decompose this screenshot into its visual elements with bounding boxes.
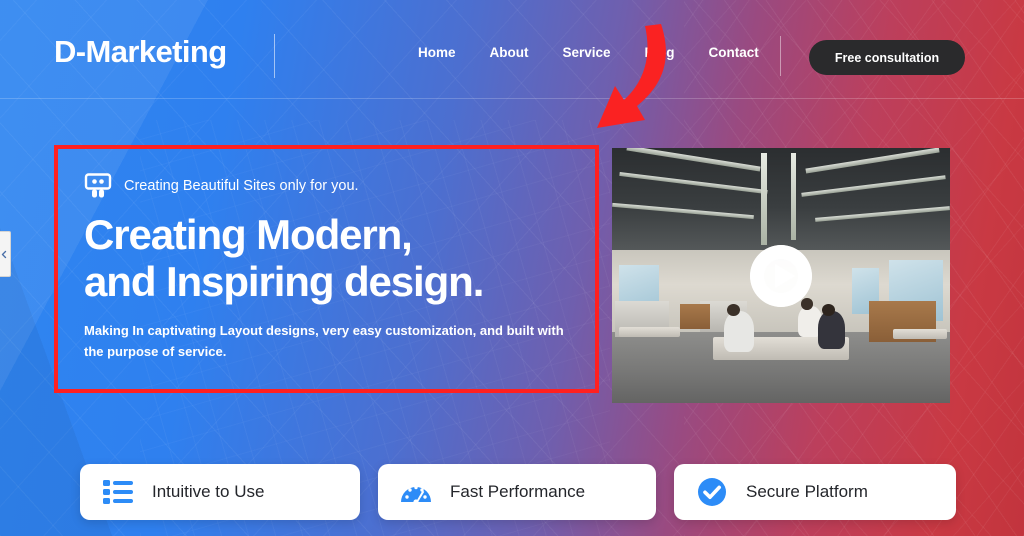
slider-prev-button[interactable] bbox=[0, 231, 11, 277]
feature-card-secure[interactable]: Secure Platform bbox=[674, 464, 956, 520]
hero-subtitle: Making In captivating Layout designs, ve… bbox=[84, 322, 564, 360]
list-icon bbox=[102, 477, 134, 507]
hero-title-line-2: and Inspiring design. bbox=[84, 258, 484, 306]
feature-card-label: Intuitive to Use bbox=[152, 482, 265, 501]
nav-item-about[interactable]: About bbox=[490, 45, 529, 60]
chevron-left-icon bbox=[1, 250, 7, 259]
feature-card-performance[interactable]: Fast Performance bbox=[378, 464, 656, 520]
nav-divider bbox=[780, 36, 781, 76]
nav-item-blog[interactable]: Blog bbox=[645, 45, 675, 60]
feature-cards: Intuitive to Use Fast Performance Secure… bbox=[80, 464, 956, 520]
hero-tagline-row: Creating Beautiful Sites only for you. bbox=[84, 173, 571, 199]
feature-card-intuitive[interactable]: Intuitive to Use bbox=[80, 464, 360, 520]
nav-item-contact[interactable]: Contact bbox=[709, 45, 759, 60]
site-header: D-Marketing Home About Service Blog Cont… bbox=[0, 0, 1024, 98]
hero-tagline: Creating Beautiful Sites only for you. bbox=[124, 178, 359, 194]
logo-divider bbox=[274, 34, 275, 78]
header-bottom-divider bbox=[0, 98, 1024, 99]
main-navigation: Home About Service Blog Contact bbox=[418, 45, 759, 60]
nav-item-home[interactable]: Home bbox=[418, 45, 456, 60]
feature-card-label: Fast Performance bbox=[450, 482, 586, 501]
feature-card-label: Secure Platform bbox=[746, 482, 868, 501]
hero-title: Creating Modern, and Inspiring design. bbox=[84, 211, 571, 306]
hero-text-highlight: Creating Beautiful Sites only for you. C… bbox=[54, 145, 599, 393]
hero-content: Creating Beautiful Sites only for you. C… bbox=[58, 149, 595, 389]
site-logo[interactable]: D-Marketing bbox=[54, 34, 227, 70]
presentation-board-icon bbox=[84, 173, 112, 199]
hero-title-line-1: Creating Modern, bbox=[84, 211, 413, 258]
hero-video-panel[interactable] bbox=[612, 148, 950, 403]
play-icon[interactable] bbox=[750, 244, 812, 307]
nav-item-service[interactable]: Service bbox=[563, 45, 611, 60]
landing-page: D-Marketing Home About Service Blog Cont… bbox=[0, 0, 1024, 536]
speedometer-icon bbox=[400, 477, 432, 507]
check-circle-icon bbox=[696, 477, 728, 507]
free-consultation-button[interactable]: Free consultation bbox=[809, 40, 965, 75]
